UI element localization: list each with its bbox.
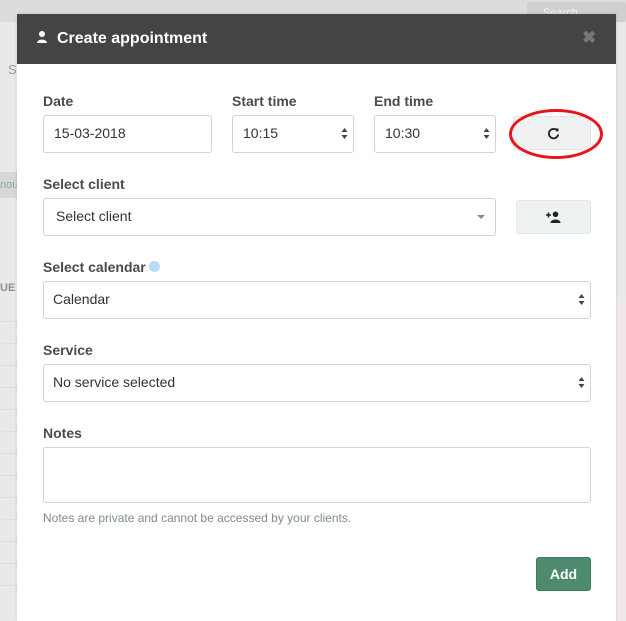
select-calendar-dropdown[interactable]: Calendar [43, 281, 591, 319]
end-time-select[interactable]: 10:30 [374, 115, 496, 153]
notes-help-text: Notes are private and cannot be accessed… [43, 511, 352, 525]
background-right-edge [616, 300, 626, 620]
select-client-value: Select client [56, 208, 132, 224]
notes-textarea[interactable] [43, 447, 591, 503]
info-icon[interactable] [149, 261, 160, 272]
add-button[interactable]: Add [536, 557, 591, 591]
background-left-fragment: nou [0, 172, 17, 198]
select-client-label: Select client [43, 176, 125, 192]
add-client-button[interactable] [516, 200, 591, 234]
start-time-select[interactable]: 10:15 [232, 115, 354, 153]
background-rows [0, 300, 17, 600]
select-calendar-value: Calendar [53, 291, 110, 307]
service-label: Service [43, 342, 93, 358]
modal-title: Create appointment [57, 30, 208, 47]
date-input[interactable]: 15-03-2018 [43, 115, 212, 153]
background-left-text: S [8, 62, 17, 77]
select-calendar-label: Select calendar [43, 259, 146, 275]
notes-label: Notes [43, 425, 82, 441]
modal-header: Create appointment ✖ [17, 14, 616, 64]
add-user-icon [546, 211, 561, 223]
create-appointment-modal: Create appointment ✖ Date 15-03-2018 Sta… [17, 14, 616, 621]
red-highlight-circle [509, 109, 603, 159]
select-client-dropdown[interactable]: Select client [43, 198, 496, 236]
spinner-arrows-icon [578, 294, 585, 305]
start-time-label: Start time [232, 93, 297, 109]
spinner-arrows-icon [341, 128, 348, 139]
end-time-label: End time [374, 93, 434, 109]
start-time-value: 10:15 [243, 125, 279, 141]
spinner-arrows-icon [483, 128, 490, 139]
chevron-down-icon [477, 215, 485, 219]
service-value: No service selected [53, 374, 176, 390]
user-icon [37, 31, 47, 43]
end-time-value: 10:30 [385, 125, 421, 141]
close-button[interactable]: ✖ [582, 29, 596, 47]
spinner-arrows-icon [578, 377, 585, 388]
date-label: Date [43, 93, 74, 109]
date-value: 15-03-2018 [54, 125, 126, 141]
service-dropdown[interactable]: No service selected [43, 364, 591, 402]
